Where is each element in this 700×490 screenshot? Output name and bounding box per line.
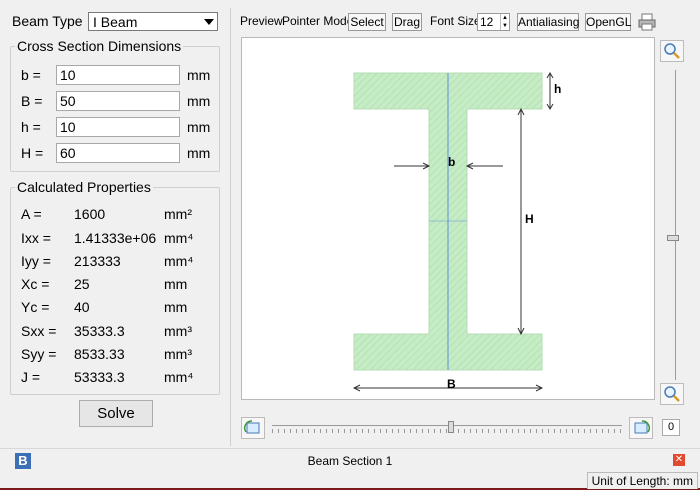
print-icon[interactable] bbox=[637, 12, 657, 32]
dim-label-h: h bbox=[554, 82, 562, 96]
rotate-right-button[interactable] bbox=[629, 417, 653, 439]
b-input[interactable]: 10 bbox=[56, 65, 180, 85]
zoom-in-button[interactable] bbox=[660, 40, 684, 62]
prop-label-Xc: Xc = bbox=[21, 276, 50, 292]
prop-value-Syy: 8533.33 bbox=[74, 346, 125, 362]
pointer-mode-label: Pointer Mode bbox=[282, 14, 354, 28]
zoom-out-button[interactable] bbox=[660, 383, 684, 405]
prop-unit-Iyy: mm⁴ bbox=[164, 253, 194, 269]
opengl-toggle[interactable]: OpenGL bbox=[585, 13, 631, 31]
zoom-value: 0 bbox=[662, 419, 680, 436]
preview-label: Preview bbox=[240, 14, 283, 28]
prop-value-Xc: 25 bbox=[74, 276, 90, 292]
zoom-in-icon bbox=[664, 43, 680, 59]
prop-label-Sxx: Sxx = bbox=[21, 323, 57, 339]
field-label-h: h = bbox=[21, 119, 41, 135]
select-button[interactable]: Select bbox=[348, 13, 386, 31]
horizontal-slider-handle[interactable] bbox=[448, 421, 454, 433]
prop-value-Ixx: 1.41333e+06 bbox=[74, 230, 157, 246]
B-input[interactable]: 50 bbox=[56, 91, 180, 111]
field-label-H: H = bbox=[21, 145, 44, 161]
prop-unit-J: mm⁴ bbox=[164, 369, 194, 385]
prop-label-Syy: Syy = bbox=[21, 346, 57, 362]
prop-unit-Yc: mm bbox=[164, 299, 188, 315]
prop-unit-Syy: mm³ bbox=[164, 346, 192, 362]
font-size-label: Font Size bbox=[430, 14, 481, 28]
panel-divider bbox=[230, 8, 231, 446]
prop-label-Yc: Yc = bbox=[21, 299, 50, 315]
prop-value-J: 53333.3 bbox=[74, 369, 125, 385]
close-icon[interactable]: ✕ bbox=[673, 454, 685, 466]
field-label-B: B = bbox=[21, 93, 43, 109]
zoom-out-icon bbox=[664, 386, 680, 402]
beam-type-select[interactable]: I Beam bbox=[88, 12, 218, 31]
solve-button[interactable]: Solve bbox=[79, 400, 153, 427]
prop-label-A: A = bbox=[21, 206, 42, 222]
dim-label-B: B bbox=[447, 377, 456, 391]
H-unit: mm bbox=[187, 145, 211, 161]
prop-unit-Ixx: mm⁴ bbox=[164, 230, 194, 246]
document-tab-bar: B Beam Section 1 ✕ bbox=[0, 448, 700, 473]
prop-unit-Xc: mm bbox=[164, 276, 188, 292]
prop-value-A: 1600 bbox=[74, 206, 106, 222]
vertical-zoom-slider[interactable] bbox=[667, 70, 679, 380]
font-size-spinbox[interactable]: 12 ▲ ▼ bbox=[477, 13, 510, 31]
dim-label-H: H bbox=[525, 212, 534, 226]
chevron-down-icon[interactable] bbox=[204, 19, 214, 25]
beam-type-value: I Beam bbox=[93, 14, 138, 30]
prop-label-J: J = bbox=[21, 369, 41, 385]
h-unit: mm bbox=[187, 119, 211, 135]
cross-section-title: Cross Section Dimensions bbox=[15, 38, 184, 54]
prop-label-Iyy: Iyy = bbox=[21, 253, 51, 269]
rotate-left-button[interactable] bbox=[241, 417, 265, 439]
h-input[interactable]: 10 bbox=[56, 117, 180, 137]
vertical-slider-handle[interactable] bbox=[667, 235, 679, 241]
document-tab-title[interactable]: Beam Section 1 bbox=[0, 454, 700, 468]
antialiasing-toggle[interactable]: Antialiasing bbox=[517, 13, 579, 31]
prop-value-Sxx: 35333.3 bbox=[74, 323, 125, 339]
properties-title: Calculated Properties bbox=[15, 179, 153, 195]
prop-unit-A: mm² bbox=[164, 206, 192, 222]
beam-type-label: Beam Type bbox=[12, 13, 83, 29]
prop-unit-Sxx: mm³ bbox=[164, 323, 192, 339]
B-unit: mm bbox=[187, 93, 211, 109]
font-size-value: 12 bbox=[480, 15, 494, 29]
i-beam-drawing bbox=[352, 72, 554, 392]
prop-value-Iyy: 213333 bbox=[74, 253, 121, 269]
dim-label-b: b bbox=[448, 155, 456, 169]
horizontal-rotation-slider[interactable] bbox=[272, 421, 622, 437]
H-input[interactable]: 60 bbox=[56, 143, 180, 163]
rotate-left-icon bbox=[244, 420, 260, 434]
drag-button[interactable]: Drag bbox=[392, 13, 422, 31]
drawing-canvas[interactable]: h H b B bbox=[241, 37, 655, 400]
rotate-right-icon bbox=[634, 420, 650, 434]
prop-value-Yc: 40 bbox=[74, 299, 90, 315]
spin-up-icon[interactable]: ▲ bbox=[500, 14, 509, 22]
b-unit: mm bbox=[187, 67, 211, 83]
field-label-b: b = bbox=[21, 67, 41, 83]
prop-label-Ixx: Ixx = bbox=[21, 230, 51, 246]
unit-of-length-status: Unit of Length: mm bbox=[586, 472, 698, 489]
spin-down-icon[interactable]: ▼ bbox=[500, 22, 509, 30]
